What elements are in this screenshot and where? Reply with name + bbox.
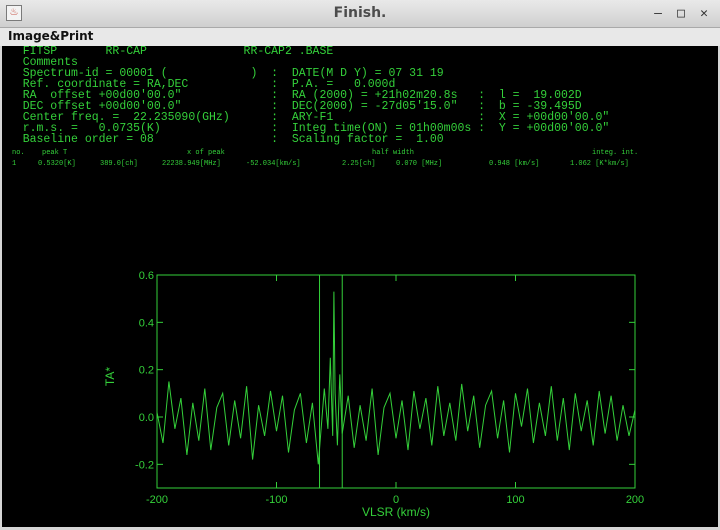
x-tick-label: -200 (146, 494, 168, 506)
minimize-icon[interactable]: – (648, 4, 668, 24)
menu-bar: Image&Print (0, 28, 720, 46)
y-axis-label: TA* (103, 367, 117, 386)
y-tick-label: 0.0 (139, 412, 154, 424)
maximize-icon[interactable]: □ (671, 4, 691, 24)
x-tick-label: 100 (506, 494, 524, 506)
menu-image-print[interactable]: Image&Print (8, 29, 93, 43)
y-tick-label: 0.2 (139, 365, 154, 377)
spectrum-plot: -200 -100 0 100 200-0.20.00.20.40.6VLSR (km/… (103, 270, 644, 519)
close-icon[interactable]: ✕ (694, 4, 714, 24)
y-tick-label: 0.4 (139, 317, 154, 329)
y-tick-label: 0.6 (139, 270, 154, 282)
x-axis-label: VLSR (km/s) (362, 505, 430, 519)
x-tick-label: -100 (265, 494, 287, 506)
spectrum-canvas: FITSP RR-CAP RR-CAP2 .BASE Comments Spec… (2, 46, 718, 527)
spectrum-line (156, 291, 636, 465)
plot-frame (156, 274, 636, 489)
title-bar: ♨ Finish. – □ ✕ (0, 0, 720, 28)
x-tick-label: 200 (626, 494, 644, 506)
y-tick-label: -0.2 (135, 459, 154, 471)
window-title: Finish. (333, 5, 387, 21)
